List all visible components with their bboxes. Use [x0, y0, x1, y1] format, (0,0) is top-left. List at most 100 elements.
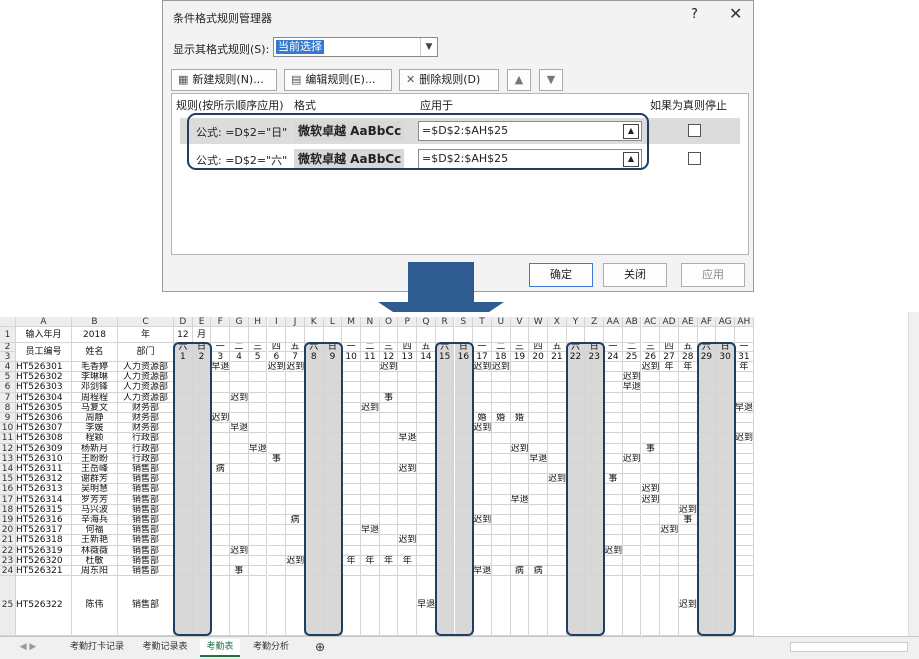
attendance-cell[interactable] — [716, 423, 735, 434]
attendance-cell[interactable] — [230, 504, 249, 515]
employee-id-cell[interactable]: HT526319 — [16, 545, 72, 556]
row-header-17[interactable]: 17 — [0, 494, 16, 505]
column-header-q[interactable]: Q — [417, 317, 436, 327]
delete-rule-button[interactable]: ✕ 删除规则(D) — [399, 69, 499, 91]
attendance-cell[interactable] — [641, 525, 661, 536]
attendance-cell[interactable] — [566, 453, 586, 464]
attendance-cell[interactable] — [342, 413, 361, 424]
attendance-cell[interactable] — [211, 402, 231, 413]
attendance-cell[interactable] — [473, 555, 492, 566]
attendance-cell[interactable] — [267, 494, 287, 505]
attendance-cell[interactable] — [435, 535, 455, 546]
attendance-cell[interactable] — [211, 515, 231, 526]
attendance-cell[interactable] — [548, 494, 567, 505]
attendance-mark-cell[interactable]: 早退 — [529, 453, 548, 464]
attendance-cell[interactable] — [192, 494, 212, 505]
attendance-cell[interactable] — [435, 494, 455, 505]
attendance-cell[interactable] — [454, 423, 474, 434]
attendance-cell[interactable] — [678, 423, 698, 434]
attendance-cell[interactable] — [454, 525, 474, 536]
attendance-cell[interactable] — [604, 372, 623, 383]
attendance-cell[interactable] — [398, 453, 418, 464]
attendance-cell[interactable] — [417, 443, 436, 454]
attendance-cell[interactable] — [342, 566, 361, 577]
attendance-cell[interactable] — [585, 555, 605, 566]
attendance-cell[interactable] — [529, 535, 548, 546]
attendance-cell[interactable] — [267, 555, 287, 566]
empty-cell[interactable] — [323, 327, 343, 343]
attendance-cell[interactable] — [342, 464, 361, 475]
horizontal-scrollbar[interactable] — [790, 642, 908, 652]
employee-dept-cell[interactable]: 财务部 — [118, 423, 174, 434]
attendance-cell[interactable] — [510, 402, 530, 413]
attendance-cell[interactable] — [604, 555, 623, 566]
attendance-cell[interactable] — [267, 413, 287, 424]
row-header-14[interactable]: 14 — [0, 464, 16, 475]
attendance-cell[interactable] — [435, 443, 455, 454]
attendance-cell[interactable] — [174, 433, 193, 444]
attendance-cell[interactable] — [304, 362, 324, 373]
employee-dept-cell[interactable]: 销售部 — [118, 545, 174, 556]
attendance-cell[interactable] — [491, 392, 511, 403]
row-header-7[interactable]: 7 — [0, 392, 16, 403]
move-down-button[interactable]: ▼ — [539, 69, 563, 91]
attendance-cell[interactable] — [342, 484, 361, 495]
attendance-cell[interactable] — [697, 423, 717, 434]
attendance-cell[interactable] — [267, 402, 287, 413]
employee-dept-cell[interactable]: 销售部 — [118, 474, 174, 485]
attendance-cell[interactable] — [510, 433, 530, 444]
attendance-cell[interactable] — [248, 484, 268, 495]
employee-id-cell[interactable]: HT526303 — [16, 382, 72, 393]
attendance-cell[interactable] — [192, 372, 212, 383]
attendance-cell[interactable] — [342, 433, 361, 444]
attendance-cell[interactable] — [604, 576, 623, 636]
attendance-cell[interactable] — [641, 453, 661, 464]
attendance-cell[interactable] — [417, 423, 436, 434]
attendance-cell[interactable] — [304, 535, 324, 546]
attendance-cell[interactable] — [678, 443, 698, 454]
empty-cell[interactable] — [510, 327, 530, 343]
attendance-cell[interactable] — [585, 484, 605, 495]
attendance-mark-cell[interactable]: 迟到 — [604, 545, 623, 556]
attendance-cell[interactable] — [192, 362, 212, 373]
column-header-x[interactable]: X — [548, 317, 567, 327]
attendance-cell[interactable] — [248, 464, 268, 475]
attendance-cell[interactable] — [716, 443, 735, 454]
attendance-cell[interactable] — [211, 474, 231, 485]
attendance-cell[interactable] — [548, 413, 567, 424]
attendance-cell[interactable] — [548, 453, 567, 464]
attendance-cell[interactable] — [510, 555, 530, 566]
attendance-cell[interactable] — [678, 453, 698, 464]
attendance-mark-cell[interactable]: 迟到 — [622, 453, 642, 464]
rule-row-2[interactable]: 公式: =D$2="六" 微软卓越 AaBbCc =$D$2:$AH$25 ▲ — [180, 146, 740, 172]
row-header-8[interactable]: 8 — [0, 402, 16, 413]
attendance-cell[interactable] — [491, 545, 511, 556]
employee-id-cell[interactable]: HT526318 — [16, 535, 72, 546]
employee-name-cell[interactable]: 李琳琳 — [72, 372, 118, 383]
employee-name-cell[interactable]: 辛海兵 — [72, 515, 118, 526]
attendance-cell[interactable] — [660, 402, 679, 413]
attendance-cell[interactable] — [398, 392, 418, 403]
attendance-cell[interactable] — [604, 423, 623, 434]
attendance-cell[interactable] — [379, 535, 399, 546]
attendance-cell[interactable] — [192, 504, 212, 515]
attendance-cell[interactable] — [304, 515, 324, 526]
attendance-cell[interactable] — [435, 474, 455, 485]
attendance-cell[interactable] — [510, 545, 530, 556]
employee-name-cell[interactable]: 杨新月 — [72, 443, 118, 454]
attendance-cell[interactable] — [230, 382, 249, 393]
attendance-cell[interactable] — [342, 576, 361, 636]
attendance-cell[interactable] — [230, 362, 249, 373]
attendance-cell[interactable] — [697, 515, 717, 526]
attendance-cell[interactable] — [323, 535, 343, 546]
employee-name-cell[interactable]: 周东阳 — [72, 566, 118, 577]
empty-cell[interactable] — [417, 327, 436, 343]
attendance-cell[interactable] — [248, 545, 268, 556]
attendance-mark-cell[interactable]: 早退 — [510, 494, 530, 505]
attendance-cell[interactable] — [454, 433, 474, 444]
attendance-cell[interactable] — [192, 382, 212, 393]
empty-cell[interactable] — [304, 327, 324, 343]
attendance-cell[interactable] — [230, 484, 249, 495]
attendance-cell[interactable] — [697, 576, 717, 636]
attendance-cell[interactable] — [342, 535, 361, 546]
